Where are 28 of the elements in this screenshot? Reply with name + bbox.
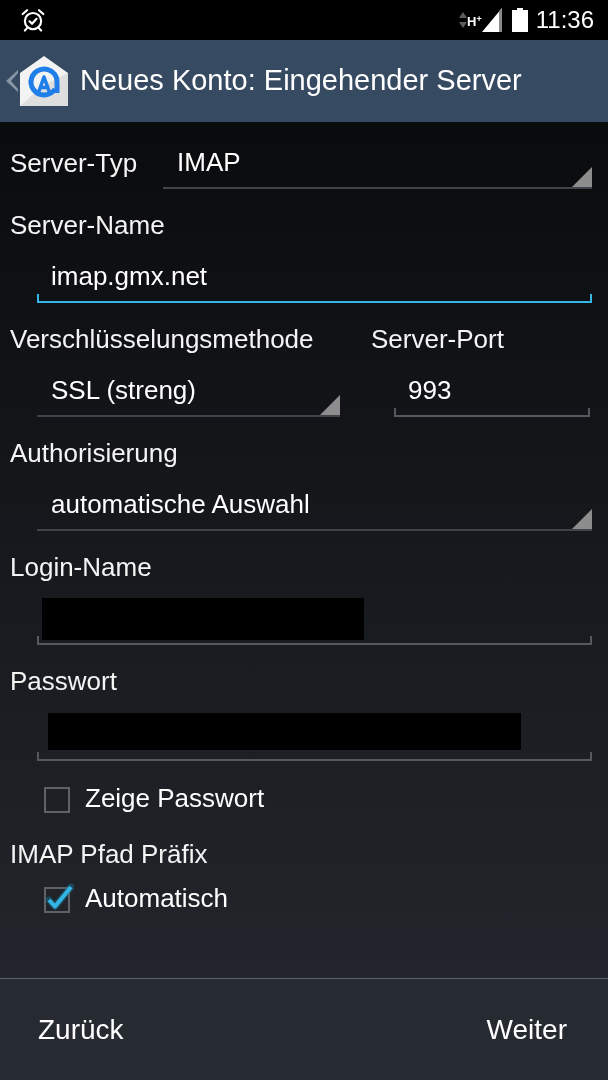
battery-icon bbox=[511, 8, 528, 32]
field-label: IMAP Pfad Präfix bbox=[10, 838, 208, 870]
status-time: 11:36 bbox=[535, 8, 594, 32]
dropdown-triangle-icon bbox=[572, 509, 592, 529]
alarm-clock-icon bbox=[20, 7, 46, 33]
network-type-label: H$^{+}$ bbox=[467, 15, 482, 28]
app-logo-icon[interactable] bbox=[18, 55, 70, 107]
next-button[interactable]: Weiter bbox=[448, 986, 608, 1073]
dropdown-triangle-icon bbox=[572, 167, 592, 187]
signal-strength-icon bbox=[481, 8, 502, 32]
field-label: Passwort bbox=[10, 665, 117, 697]
dropdown-field[interactable]: IMAP bbox=[163, 137, 592, 189]
field-label: Verschlüsselungsmethode bbox=[10, 323, 314, 355]
data-activity-icon bbox=[459, 11, 468, 29]
dropdown-field[interactable]: automatische Auswahl bbox=[37, 480, 592, 531]
checked-checkbox[interactable] bbox=[44, 883, 74, 913]
back-chevron-icon[interactable] bbox=[6, 70, 18, 92]
dropdown-triangle-icon bbox=[320, 395, 340, 415]
field-label: Server-Typ bbox=[10, 147, 139, 180]
dropdown-field[interactable]: SSL (streng) bbox=[37, 366, 340, 417]
field-label: Login-Name bbox=[10, 551, 152, 583]
screen-title: Neues Konto: Eingehender Server bbox=[80, 63, 522, 99]
field-label: Server-Port bbox=[371, 323, 504, 355]
checkbox-label[interactable]: Zeige Passwort bbox=[85, 778, 265, 818]
field-label: Server-Name bbox=[10, 209, 165, 241]
checkbox-label[interactable]: Automatisch bbox=[85, 878, 229, 918]
back-button[interactable]: Zurück bbox=[0, 986, 162, 1073]
field-label: Authorisierung bbox=[10, 437, 178, 469]
